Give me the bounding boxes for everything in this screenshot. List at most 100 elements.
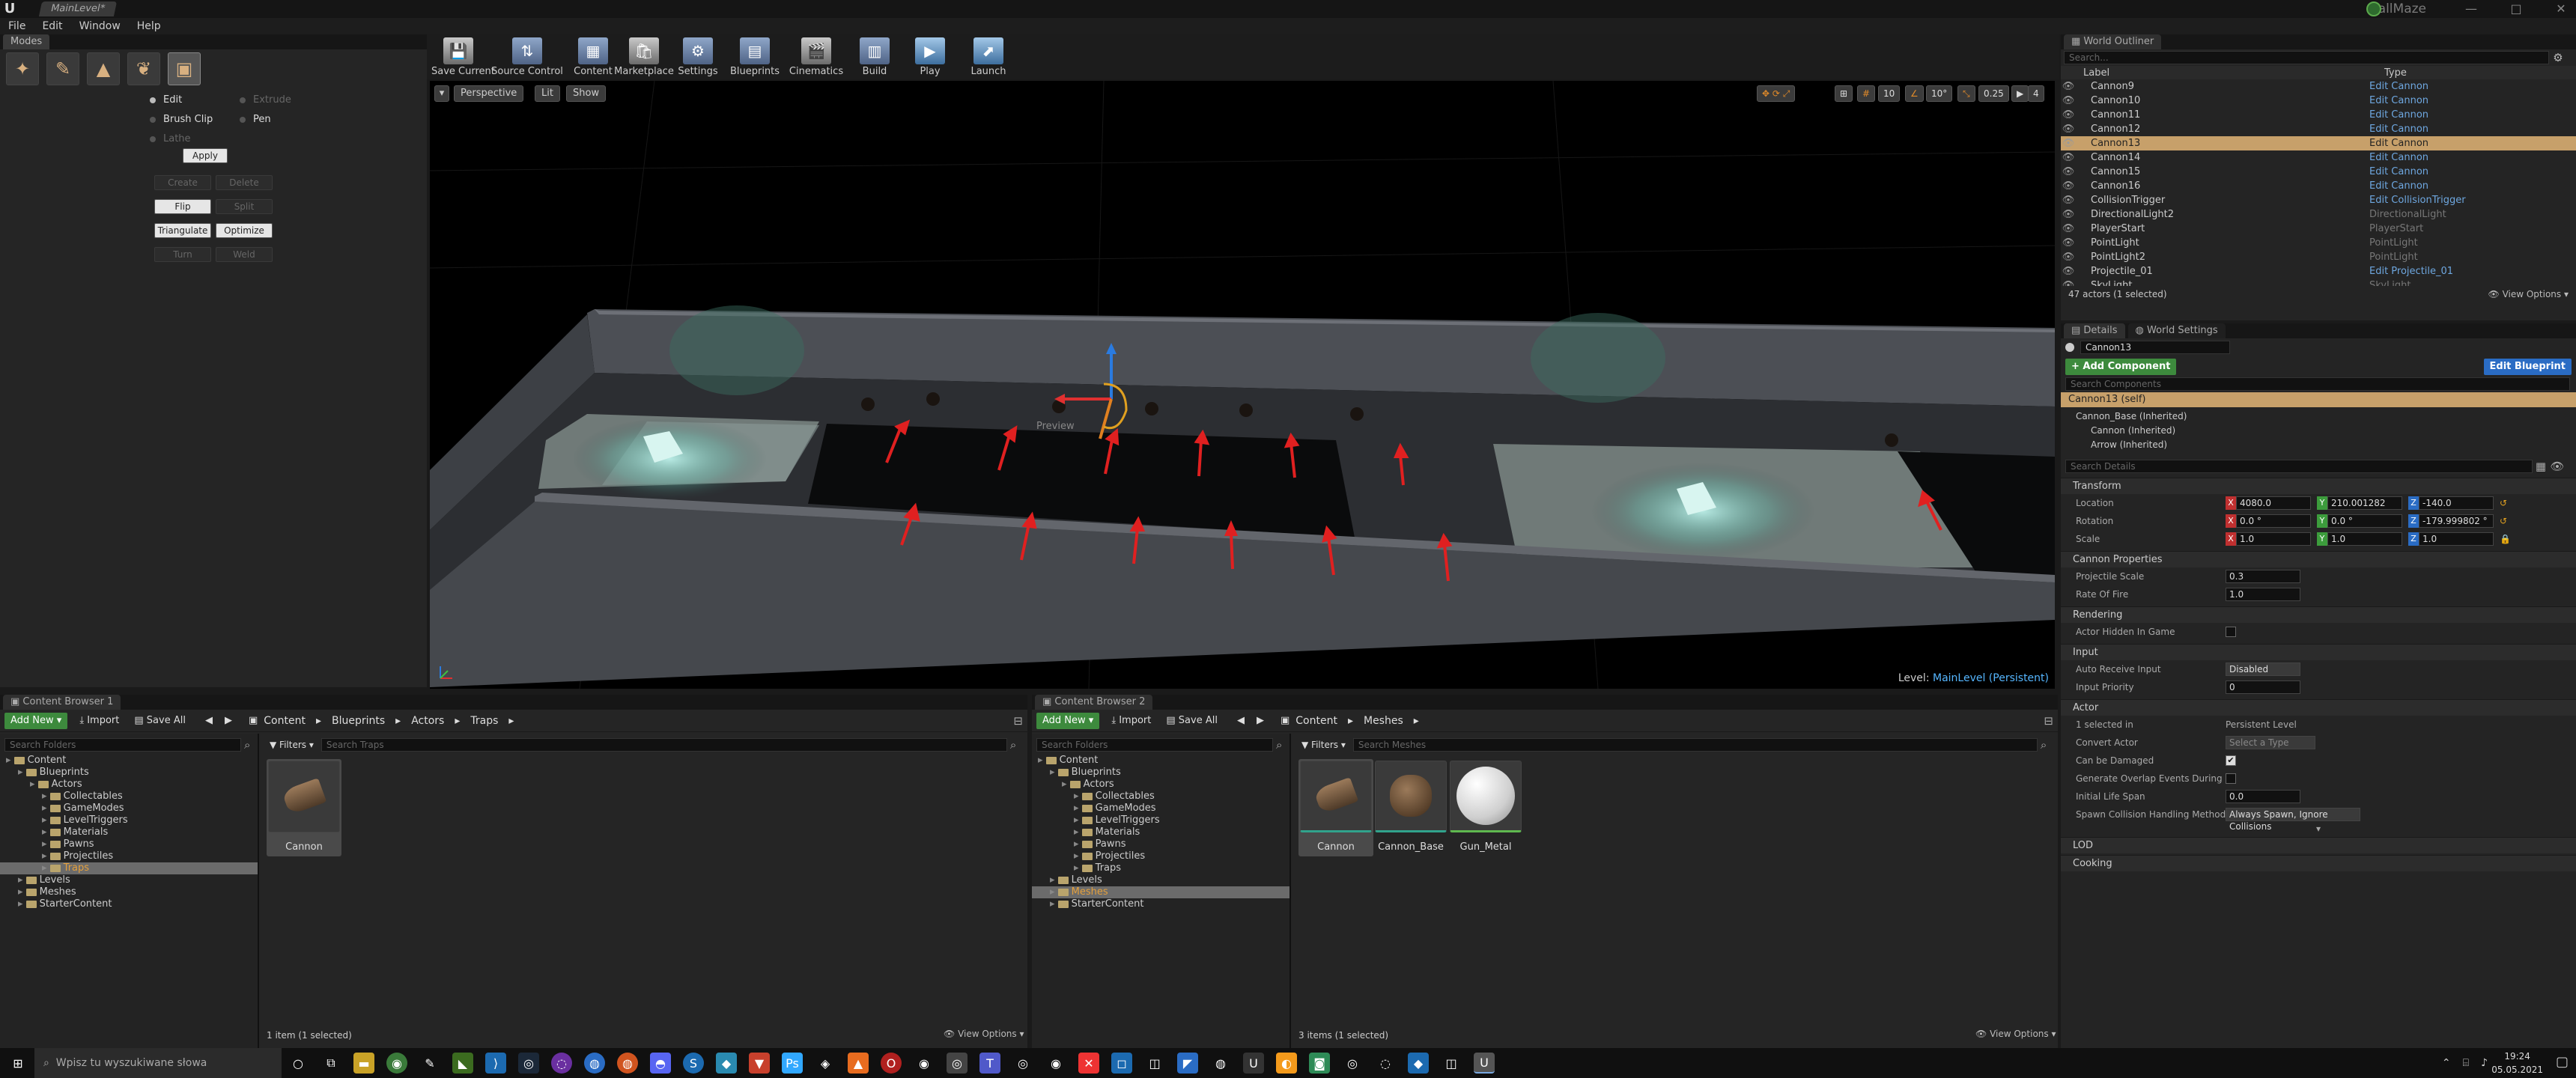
close-button[interactable]: ✕: [2546, 0, 2576, 18]
outliner-row[interactable]: 👁 Projectile_01 Edit Projectile_01: [2061, 264, 2576, 278]
cb2-view-options[interactable]: 👁 View Options ▾: [1975, 1029, 2056, 1039]
folder-tree-item[interactable]: ▸ Levels: [0, 874, 258, 886]
folder-tree-item[interactable]: ▸ Collectables: [0, 791, 258, 803]
breadcrumb-traps[interactable]: Traps: [470, 715, 498, 727]
outliner-row[interactable]: 👁 PlayerStart PlayerStart: [2061, 222, 2576, 236]
folder-tree-item[interactable]: ▸ Content: [1032, 755, 1289, 767]
content-button[interactable]: ▦ Content: [569, 36, 617, 78]
split-button[interactable]: Split: [216, 199, 273, 214]
maximize-button[interactable]: □: [2501, 0, 2531, 18]
notifications-icon[interactable]: ▢: [2556, 1054, 2569, 1070]
visibility-eye-icon[interactable]: 👁: [2061, 195, 2076, 206]
landscape-mode-icon[interactable]: ▲: [87, 52, 120, 85]
expand-arrow-icon[interactable]: ▸: [42, 814, 50, 826]
actor-section[interactable]: Actor: [2061, 699, 2576, 716]
expand-arrow-icon[interactable]: ▸: [1074, 838, 1082, 850]
outliner-row[interactable]: 👁 Cannon11 Edit Cannon: [2061, 108, 2576, 122]
app-icon-12[interactable]: ✕: [1078, 1053, 1099, 1074]
actor-hidden-checkbox[interactable]: [2226, 627, 2236, 637]
content-browser-2-tab[interactable]: ▣ Content Browser 2: [1035, 695, 1153, 710]
expand-arrow-icon[interactable]: ▸: [42, 826, 50, 838]
expand-arrow-icon[interactable]: ▸: [1074, 791, 1082, 802]
folder-tree-item[interactable]: ▸ Levels: [1032, 874, 1289, 886]
folder-tree-item[interactable]: ▸ Projectiles: [1032, 850, 1289, 862]
breadcrumb-actors[interactable]: Actors: [411, 715, 444, 727]
expand-arrow-icon[interactable]: ▸: [18, 767, 26, 778]
rotation-y-field[interactable]: 0.0 °: [2327, 514, 2402, 528]
source-control-status-icon[interactable]: [2366, 1, 2381, 16]
component-self-row[interactable]: Cannon13 (self): [2061, 392, 2576, 407]
cb1-view-options[interactable]: 👁 View Options ▾: [944, 1029, 1024, 1039]
folder-icon[interactable]: ▣: [1275, 713, 1295, 729]
expand-arrow-icon[interactable]: ▸: [42, 803, 50, 814]
visibility-eye-icon[interactable]: 👁: [2061, 209, 2076, 220]
app-icon-shield[interactable]: ◈: [815, 1053, 836, 1074]
optimize-button[interactable]: Optimize: [216, 223, 273, 238]
folder-tree-item[interactable]: ▸ Traps: [0, 862, 258, 874]
folder-tree-item[interactable]: ▸ Blueprints: [0, 767, 258, 779]
outliner-col-label[interactable]: Label: [2061, 67, 2384, 79]
app-icon-17[interactable]: ◙: [1309, 1053, 1330, 1074]
save-all-button[interactable]: ▤ Save All: [128, 713, 192, 729]
expand-arrow-icon[interactable]: ▸: [30, 779, 38, 790]
outliner-row[interactable]: 👁 Cannon9 Edit Cannon: [2061, 79, 2576, 94]
folder-tree-item[interactable]: ▸ Blueprints: [1032, 767, 1289, 779]
radio-edit[interactable]: Edit: [150, 94, 182, 106]
lit-button[interactable]: Lit: [535, 85, 560, 102]
folder-tree-item[interactable]: ▸ LevelTriggers: [0, 814, 258, 826]
breadcrumb-blueprints[interactable]: Blueprints: [332, 715, 385, 727]
import-button[interactable]: ⤓ Import: [1105, 713, 1157, 729]
app-icon-15[interactable]: ◤: [1177, 1053, 1198, 1074]
input-priority-field[interactable]: 0: [2226, 680, 2300, 694]
app-icon-19[interactable]: ◌: [1375, 1053, 1396, 1074]
breadcrumb-content[interactable]: Content: [264, 715, 306, 727]
grid-size-value[interactable]: 10: [1878, 85, 1901, 102]
expand-arrow-icon[interactable]: ▸: [1050, 886, 1058, 898]
expand-arrow-icon[interactable]: ▸: [18, 886, 26, 898]
asset-tile-cannon[interactable]: Cannon: [1298, 759, 1373, 856]
convert-actor-select[interactable]: Select a Type: [2226, 736, 2315, 749]
visibility-eye-icon[interactable]: 👁: [2061, 252, 2076, 263]
folder-tree-item[interactable]: ▸ GameModes: [1032, 803, 1289, 814]
play-button[interactable]: ▶ Play: [906, 36, 954, 78]
app-icon-blue[interactable]: ◍: [584, 1053, 605, 1074]
minimize-button[interactable]: —: [2456, 0, 2486, 18]
blueprints-button[interactable]: ▤ Blueprints: [728, 36, 782, 78]
photoshop-icon[interactable]: Ps: [782, 1053, 803, 1074]
folder-tree-item[interactable]: ▸ Pawns: [0, 838, 258, 850]
folder-tree-item[interactable]: ▸ StarterContent: [0, 898, 258, 910]
turn-button[interactable]: Turn: [154, 247, 211, 262]
visibility-eye-icon[interactable]: 👁: [2061, 109, 2076, 121]
apply-button[interactable]: Apply: [183, 148, 228, 163]
visibility-eye-icon[interactable]: 👁: [2061, 138, 2076, 149]
radio-brush-clip[interactable]: Brush Clip: [150, 114, 213, 125]
app-icon-8[interactable]: ◉: [914, 1053, 935, 1074]
folder-tree-item[interactable]: ▸ Actors: [0, 779, 258, 791]
show-button[interactable]: Show: [566, 85, 607, 102]
location-x-field[interactable]: 4080.0: [2236, 496, 2311, 510]
outliner-row[interactable]: 👁 PointLight PointLight: [2061, 236, 2576, 250]
outliner-row-type[interactable]: Edit Projectile_01: [2369, 266, 2453, 277]
outliner-row-type[interactable]: Edit Cannon: [2369, 166, 2428, 177]
visibility-eye-icon[interactable]: 👁: [2061, 124, 2076, 135]
tray-chevron-icon[interactable]: ⌃: [2442, 1057, 2451, 1069]
expand-arrow-icon[interactable]: ▸: [1038, 755, 1046, 766]
asset-tile-cannon[interactable]: Cannon: [267, 759, 341, 856]
task-view-icon[interactable]: ⧉: [321, 1053, 341, 1074]
viewport-options-button[interactable]: ▾: [434, 85, 449, 102]
menu-file[interactable]: File: [0, 18, 34, 34]
actor-name-field[interactable]: Cannon13: [2080, 341, 2230, 354]
folder-tree-item[interactable]: ▸ Collectables: [1032, 791, 1289, 803]
component-arrow[interactable]: Arrow (Inherited): [2061, 439, 2576, 451]
foliage-mode-icon[interactable]: ❦: [127, 52, 160, 85]
expand-advanced-icon[interactable]: ▾: [2061, 823, 2576, 834]
folder-tree-item[interactable]: ▸ Meshes: [0, 886, 258, 898]
outliner-row-type[interactable]: Edit Cannon: [2369, 81, 2428, 92]
reset-rotation-icon[interactable]: ↺: [2500, 516, 2507, 526]
cb1-folder-search[interactable]: Search Folders: [4, 738, 241, 752]
outliner-row-type[interactable]: Edit CollisionTrigger: [2369, 195, 2466, 206]
menu-help[interactable]: Help: [129, 18, 169, 34]
folder-tree-item[interactable]: ▸ Materials: [0, 826, 258, 838]
visibility-eye-icon[interactable]: 👁: [2061, 95, 2076, 106]
rotation-x-field[interactable]: 0.0 °: [2236, 514, 2311, 528]
